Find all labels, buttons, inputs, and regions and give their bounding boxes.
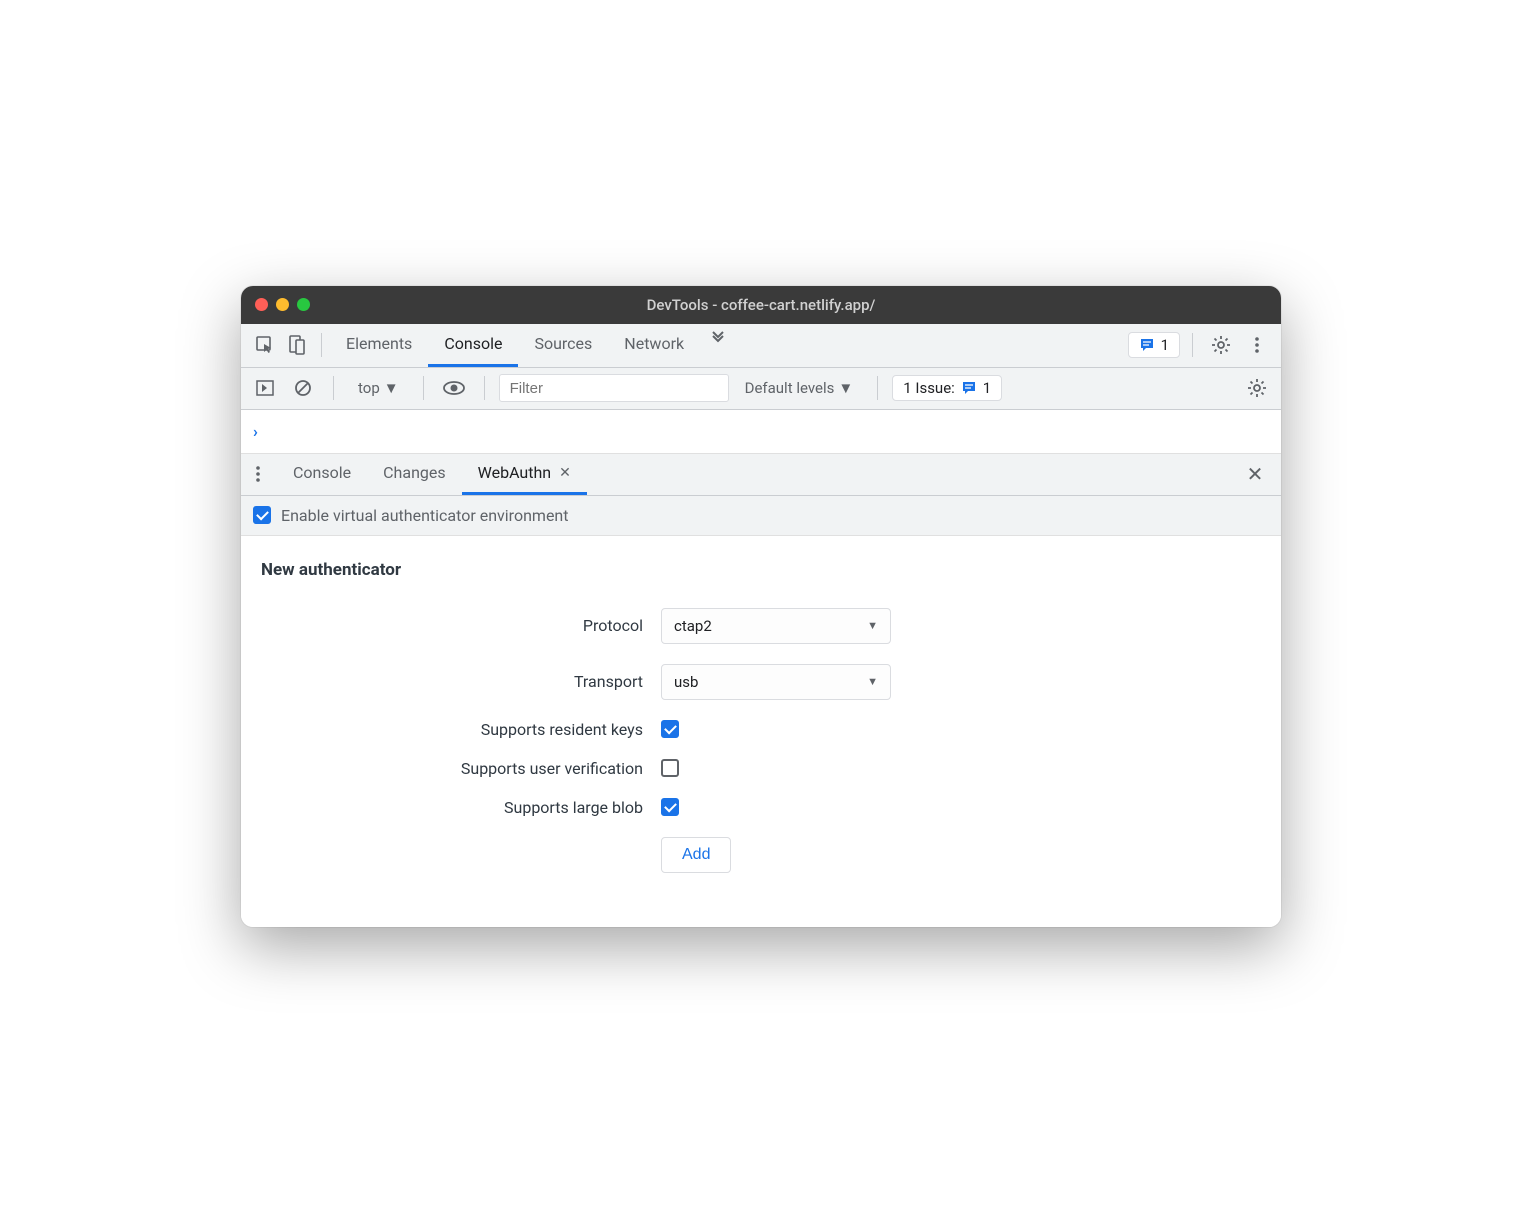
clear-console-icon[interactable]: [289, 374, 317, 402]
chevron-down-icon: ▼: [384, 379, 399, 397]
drawer-tab-label: WebAuthn: [478, 463, 551, 482]
close-window-button[interactable]: [255, 298, 268, 311]
maximize-window-button[interactable]: [297, 298, 310, 311]
more-menu-icon[interactable]: [1243, 331, 1271, 359]
window-title: DevTools - coffee-cart.netlify.app/: [647, 296, 876, 314]
drawer-tab-console[interactable]: Console: [277, 454, 367, 495]
protocol-select[interactable]: ctap2 ▼: [661, 608, 891, 644]
large-blob-checkbox[interactable]: [661, 798, 679, 816]
drawer-more-icon[interactable]: [249, 465, 277, 483]
enable-authenticator-row: Enable virtual authenticator environment: [241, 496, 1281, 536]
chat-icon: [1139, 337, 1155, 353]
enable-label: Enable virtual authenticator environment: [281, 506, 569, 525]
tab-elements[interactable]: Elements: [330, 324, 428, 367]
console-toolbar: top ▼ Default levels ▼ 1 Issue: 1: [241, 368, 1281, 410]
chat-icon: [961, 380, 977, 396]
issue-label: 1 Issue:: [903, 379, 955, 397]
new-authenticator-panel: New authenticator Protocol ctap2 ▼ Trans…: [241, 536, 1281, 927]
log-levels-dropdown[interactable]: Default levels ▼: [735, 375, 864, 401]
console-settings-icon[interactable]: [1243, 374, 1271, 402]
titlebar: DevTools - coffee-cart.netlify.app/: [241, 286, 1281, 324]
drawer-tab-changes[interactable]: Changes: [367, 454, 462, 495]
issues-badge[interactable]: 1: [1128, 332, 1180, 358]
inspect-icon[interactable]: [251, 331, 279, 359]
sidebar-toggle-icon[interactable]: [251, 374, 279, 402]
protocol-row: Protocol ctap2 ▼: [261, 608, 1261, 644]
divider: [877, 376, 878, 400]
transport-value: usb: [674, 673, 698, 691]
console-prompt[interactable]: ›: [241, 410, 1281, 454]
resident-keys-checkbox[interactable]: [661, 720, 679, 738]
chevron-down-icon: ▼: [867, 675, 878, 688]
resident-keys-row: Supports resident keys: [261, 720, 1261, 739]
large-blob-label: Supports large blob: [261, 798, 661, 817]
prompt-chevron-icon: ›: [253, 422, 258, 441]
issue-count: 1: [1161, 336, 1169, 354]
drawer-tab-webauthn[interactable]: WebAuthn ✕: [462, 454, 587, 495]
live-expression-icon[interactable]: [440, 374, 468, 402]
user-verification-row: Supports user verification: [261, 759, 1261, 778]
tab-sources[interactable]: Sources: [518, 324, 608, 367]
divider: [333, 376, 334, 400]
issue-pill[interactable]: 1 Issue: 1: [892, 375, 1002, 401]
protocol-value: ctap2: [674, 617, 712, 635]
add-row: Add: [261, 837, 1261, 873]
drawer-close-icon[interactable]: ✕: [1237, 456, 1273, 492]
panel-heading: New authenticator: [261, 560, 1261, 580]
transport-row: Transport usb ▼: [261, 664, 1261, 700]
large-blob-row: Supports large blob: [261, 798, 1261, 817]
divider: [423, 376, 424, 400]
close-tab-icon[interactable]: ✕: [559, 465, 571, 481]
tab-console[interactable]: Console: [428, 324, 518, 367]
user-verification-label: Supports user verification: [261, 759, 661, 778]
chevron-down-icon: ▼: [838, 379, 853, 397]
transport-label: Transport: [261, 672, 661, 691]
enable-checkbox[interactable]: [253, 506, 271, 524]
settings-icon[interactable]: [1207, 331, 1235, 359]
levels-label: Default levels: [745, 379, 835, 397]
traffic-lights: [255, 298, 310, 311]
divider: [484, 376, 485, 400]
issue-count: 1: [983, 379, 991, 397]
drawer-tabs: Console Changes WebAuthn ✕ ✕: [241, 454, 1281, 496]
add-button[interactable]: Add: [661, 837, 731, 873]
transport-select[interactable]: usb ▼: [661, 664, 891, 700]
filter-input[interactable]: [499, 374, 729, 402]
main-tabs: Elements Console Sources Network: [330, 324, 732, 367]
main-toolbar: Elements Console Sources Network 1: [241, 324, 1281, 368]
protocol-label: Protocol: [261, 616, 661, 635]
device-toggle-icon[interactable]: [283, 331, 311, 359]
divider: [1192, 333, 1193, 357]
context-value: top: [358, 379, 380, 397]
chevron-down-icon: ▼: [867, 619, 878, 632]
resident-keys-label: Supports resident keys: [261, 720, 661, 739]
devtools-window: DevTools - coffee-cart.netlify.app/ Elem…: [241, 286, 1281, 927]
minimize-window-button[interactable]: [276, 298, 289, 311]
divider: [321, 333, 322, 357]
context-dropdown[interactable]: top ▼: [348, 375, 409, 401]
more-tabs-icon[interactable]: [704, 324, 732, 352]
tab-network[interactable]: Network: [608, 324, 700, 367]
user-verification-checkbox[interactable]: [661, 759, 679, 777]
toolbar-right: 1: [1128, 331, 1273, 359]
